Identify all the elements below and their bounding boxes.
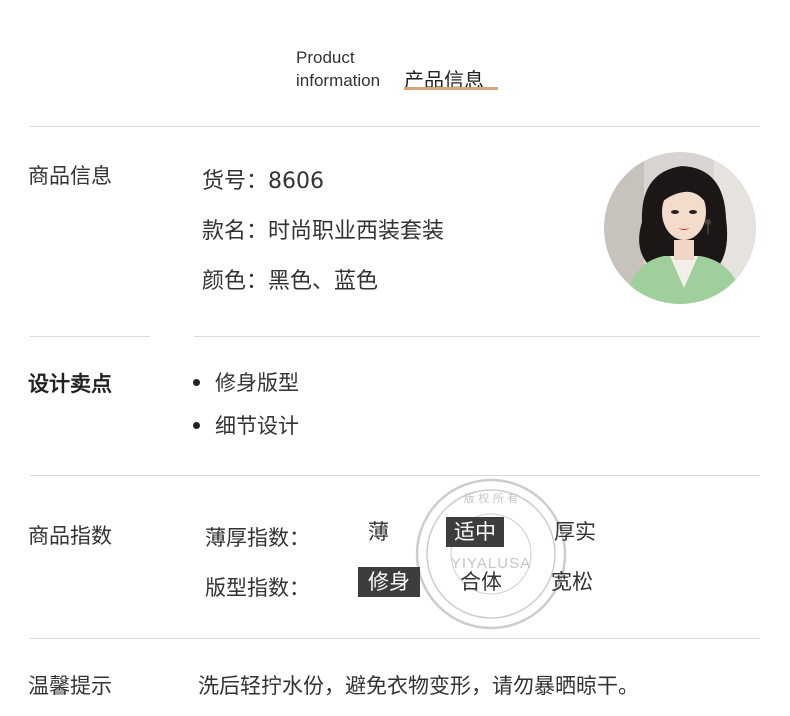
- model-photo: [604, 152, 756, 304]
- divider-middle: [30, 475, 760, 476]
- divider-top: [30, 126, 760, 127]
- design-point-1: 修身版型: [193, 367, 299, 397]
- fit-label: 版型指数：: [205, 576, 310, 600]
- section-title-tips: 温馨提示: [28, 674, 112, 698]
- header-en-title: Product information: [296, 46, 380, 92]
- svg-text:版 权 所 有: 版 权 所 有: [464, 491, 519, 505]
- section-title-design: 设计卖点: [28, 372, 112, 396]
- model-photo-illustration: [604, 152, 756, 304]
- header-en-line2: information: [296, 71, 381, 90]
- header-underline: [404, 87, 498, 90]
- section-title-index: 商品指数: [28, 524, 112, 548]
- care-tip-text: 洗后轻拧水份，避免衣物变形，请勿暴晒晾干。: [198, 674, 639, 698]
- watermark-seal-icon: YIYALUSA 版 权 所 有: [415, 478, 567, 630]
- thickness-option-thick: 厚实: [554, 520, 596, 544]
- thickness-option-medium-selected: 适中: [446, 517, 504, 547]
- design-point-2: 细节设计: [193, 410, 299, 440]
- divider-bottom: [30, 638, 760, 639]
- style-name-line: 款名：时尚职业西装套装: [202, 219, 445, 244]
- section-title-product-info: 商品信息: [28, 164, 112, 188]
- watermark-stamp: YIYALUSA 版 权 所 有: [413, 476, 569, 632]
- header-en-line1: Product: [296, 48, 355, 67]
- sku-line: 货号：8606: [202, 169, 324, 194]
- fit-option-regular: 合体: [460, 570, 502, 594]
- fit-option-loose: 宽松: [551, 570, 593, 594]
- fit-option-slim-selected: 修身: [358, 567, 420, 597]
- thickness-option-thin: 薄: [368, 520, 389, 544]
- color-line: 颜色：黑色、蓝色: [202, 269, 379, 294]
- thickness-label: 薄厚指数：: [205, 526, 310, 550]
- divider-right: [194, 336, 760, 337]
- divider-left-short: [30, 336, 150, 337]
